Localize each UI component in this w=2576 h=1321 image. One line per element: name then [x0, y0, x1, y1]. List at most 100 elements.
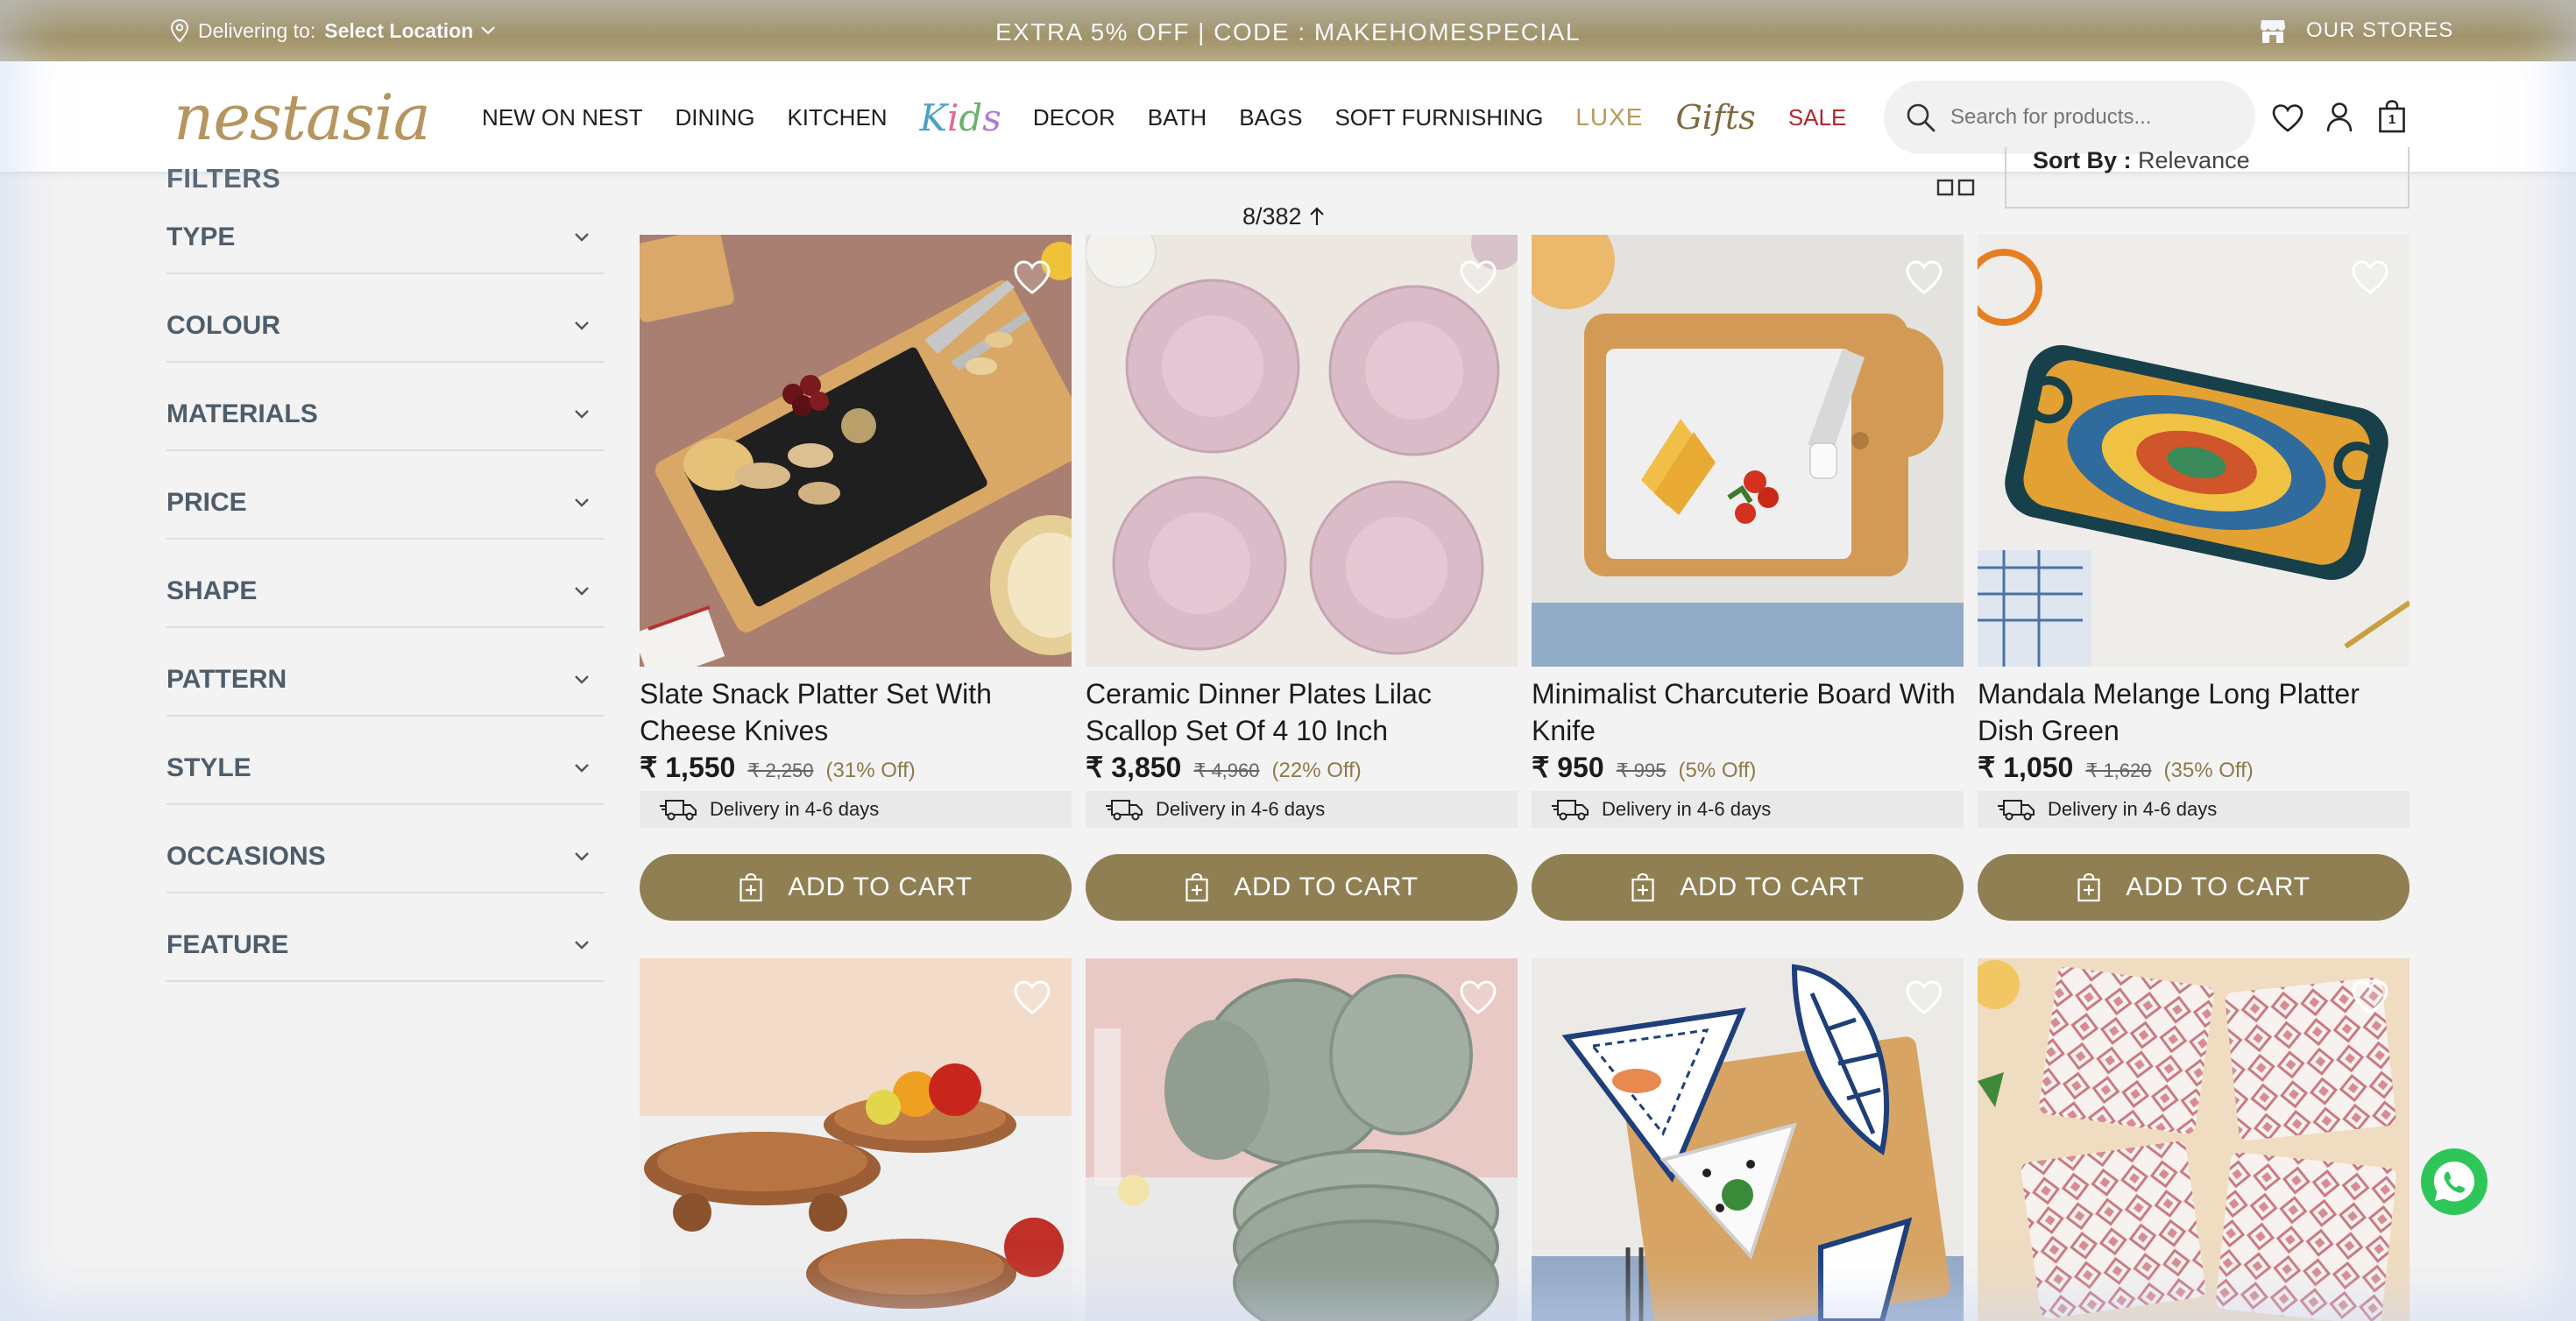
truck-icon — [1552, 800, 1589, 821]
product-card[interactable] — [1086, 958, 1518, 1321]
search-bar[interactable] — [1884, 81, 2255, 154]
main-nav: NEW ON NEST DINING KITCHEN Kids DECOR BA… — [482, 61, 1879, 173]
nav-decor[interactable]: DECOR — [1033, 104, 1115, 131]
add-to-cart-label: ADD TO CART — [788, 872, 973, 901]
cart-icon-button[interactable]: 1 — [2378, 100, 2406, 133]
chevron-down-icon — [575, 851, 589, 861]
sort-value: Relevance — [2138, 147, 2250, 173]
sale-price: ₹ 1,550 — [640, 752, 736, 783]
product-image[interactable] — [1532, 958, 1964, 1321]
wishlist-heart-icon[interactable] — [2350, 259, 2390, 296]
wishlist-heart-icon[interactable] — [1904, 979, 1944, 1016]
search-input[interactable] — [1950, 105, 2248, 130]
chevron-down-icon — [575, 940, 589, 950]
arrow-up-icon — [1310, 207, 1324, 225]
delivery-info: Delivery in 4-6 days — [640, 791, 1072, 828]
add-to-cart-button[interactable]: ADD TO CART — [1532, 854, 1964, 921]
wishlist-heart-icon[interactable] — [2350, 979, 2390, 1016]
add-to-cart-label: ADD TO CART — [1234, 872, 1419, 901]
nav-soft-furnishing[interactable]: SOFT FURNISHING — [1334, 104, 1543, 131]
add-to-cart-button[interactable]: ADD TO CART — [1978, 854, 2410, 921]
product-name[interactable]: Mandala Melange Long Platter Dish Green — [1978, 675, 2410, 749]
truck-icon — [660, 800, 697, 821]
product-card[interactable]: Ceramic Dinner Plates Lilac Scallop Set … — [1086, 235, 1518, 921]
wishlist-heart-icon[interactable] — [1012, 259, 1052, 296]
nav-luxe[interactable]: LUXE — [1575, 103, 1643, 131]
chevron-down-icon — [575, 498, 589, 507]
sale-price: ₹ 3,850 — [1086, 752, 1182, 783]
product-image[interactable] — [1086, 958, 1518, 1321]
product-count-value: 8/382 — [1242, 203, 1302, 230]
add-to-cart-button[interactable]: ADD TO CART — [1086, 854, 1518, 921]
product-count: 8/382 — [1242, 203, 1326, 230]
wishlist-icon[interactable] — [2271, 103, 2304, 133]
filter-colour[interactable]: COLOUR — [166, 274, 605, 363]
sort-dropdown[interactable]: Sort By : Relevance — [2005, 147, 2410, 208]
discount-badge: (5% Off) — [1678, 759, 1757, 782]
filter-label: COLOUR — [166, 310, 280, 340]
mrp-price: ₹ 2,250 — [747, 759, 814, 781]
nav-kids[interactable]: Kids — [920, 96, 1001, 139]
filter-label: PRICE — [166, 487, 247, 517]
product-name[interactable]: Slate Snack Platter Set With Cheese Kniv… — [640, 675, 1072, 749]
product-name[interactable]: Ceramic Dinner Plates Lilac Scallop Set … — [1086, 675, 1518, 749]
account-icon[interactable] — [2325, 102, 2353, 133]
chevron-down-icon — [575, 232, 589, 242]
nav-bags[interactable]: BAGS — [1239, 104, 1302, 131]
product-card[interactable]: Slate Snack Platter Set With Cheese Kniv… — [640, 235, 1072, 921]
cart-add-icon — [1631, 872, 1654, 902]
nav-bath[interactable]: BATH — [1148, 104, 1207, 131]
truck-icon — [1106, 800, 1143, 821]
whatsapp-icon[interactable] — [2419, 1147, 2489, 1217]
nav-dining[interactable]: DINING — [675, 104, 754, 131]
add-to-cart-label: ADD TO CART — [2126, 872, 2311, 901]
wishlist-heart-icon[interactable] — [1458, 979, 1498, 1016]
grid-view-icon[interactable] — [1936, 170, 1977, 196]
filter-feature[interactable]: FEATURE — [166, 894, 605, 982]
filter-label: OCCASIONS — [166, 841, 326, 871]
announcement-bar: Delivering to: Select Location EXTRA 5% … — [0, 0, 2576, 61]
product-image[interactable] — [640, 235, 1072, 667]
discount-badge: (31% Off) — [825, 759, 916, 782]
filter-shape[interactable]: SHAPE — [166, 540, 605, 628]
filter-price[interactable]: PRICE — [166, 451, 605, 540]
product-card[interactable]: Minimalist Charcuterie Board With Knife … — [1532, 235, 1964, 921]
product-card[interactable] — [640, 958, 1072, 1321]
sort-label: Sort By : — [2033, 147, 2132, 173]
cart-add-icon — [740, 872, 762, 902]
filter-occasions[interactable]: OCCASIONS — [166, 805, 605, 894]
product-card[interactable] — [1978, 958, 2410, 1321]
add-to-cart-button[interactable]: ADD TO CART — [640, 854, 1072, 921]
nav-new-on-nest[interactable]: NEW ON NEST — [482, 104, 642, 131]
wishlist-heart-icon[interactable] — [1012, 979, 1052, 1016]
delivery-text: Delivery in 4-6 days — [2048, 798, 2218, 820]
filter-label: STYLE — [166, 752, 251, 782]
product-image[interactable] — [640, 958, 1072, 1321]
discount-badge: (22% Off) — [1271, 759, 1362, 782]
filter-label: FEATURE — [166, 929, 289, 959]
our-stores-link[interactable]: OUR STORES — [2259, 0, 2453, 61]
mrp-price: ₹ 4,960 — [1193, 759, 1260, 781]
product-image[interactable] — [1978, 958, 2410, 1321]
product-image[interactable] — [1086, 235, 1518, 667]
mrp-price: ₹ 995 — [1616, 759, 1667, 781]
product-card[interactable] — [1532, 958, 1964, 1321]
nestasia-logo[interactable]: nestasia — [173, 81, 431, 154]
nav-gifts[interactable]: Gifts — [1675, 98, 1755, 137]
product-card[interactable]: Mandala Melange Long Platter Dish Green … — [1978, 235, 2410, 921]
product-price: ₹ 1,550 ₹ 2,250 (31% Off) — [640, 751, 1072, 786]
filter-type[interactable]: TYPE — [166, 186, 605, 274]
discount-badge: (35% Off) — [2163, 759, 2254, 782]
cart-count: 1 — [2388, 112, 2396, 127]
product-image[interactable] — [1978, 235, 2410, 667]
nav-sale[interactable]: SALE — [1788, 104, 1847, 131]
wishlist-heart-icon[interactable] — [1904, 259, 1944, 296]
filter-pattern[interactable]: PATTERN — [166, 628, 605, 717]
filter-style[interactable]: STYLE — [166, 717, 605, 805]
nav-kitchen[interactable]: KITCHEN — [787, 104, 887, 131]
wishlist-heart-icon[interactable] — [1458, 259, 1498, 296]
delivery-info: Delivery in 4-6 days — [1532, 791, 1964, 828]
filter-materials[interactable]: MATERIALS — [166, 363, 605, 451]
product-name[interactable]: Minimalist Charcuterie Board With Knife — [1532, 675, 1964, 749]
product-image[interactable] — [1532, 235, 1964, 667]
